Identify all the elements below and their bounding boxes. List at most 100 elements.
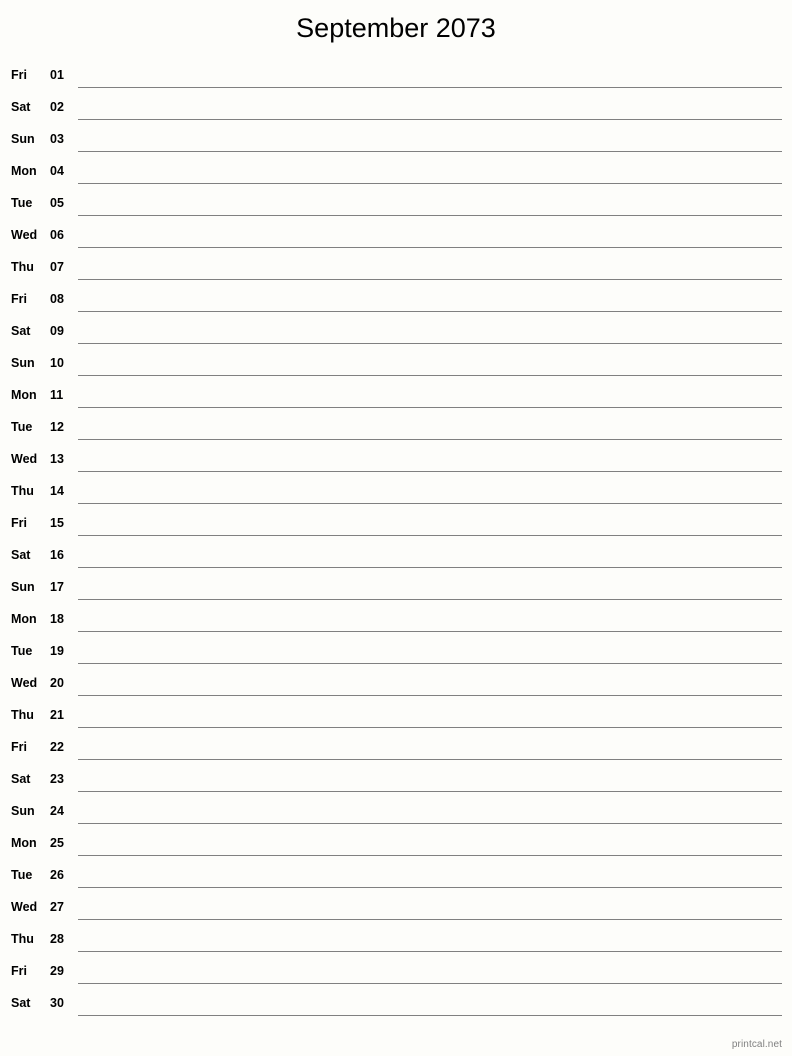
day-writing-line[interactable] <box>78 599 782 600</box>
day-row: Tue 05 <box>0 188 792 220</box>
day-row: Thu 28 <box>0 924 792 956</box>
day-writing-line[interactable] <box>78 407 782 408</box>
day-writing-line[interactable] <box>78 1015 782 1016</box>
day-number-label: 03 <box>50 132 64 146</box>
day-writing-line[interactable] <box>78 183 782 184</box>
day-row: Mon 18 <box>0 604 792 636</box>
day-writing-line[interactable] <box>78 727 782 728</box>
day-number-label: 01 <box>50 68 64 82</box>
day-number-label: 23 <box>50 772 64 786</box>
day-weekday-label: Sun <box>11 580 35 594</box>
day-row: Fri 08 <box>0 284 792 316</box>
day-number-label: 18 <box>50 612 64 626</box>
day-row: Sat 23 <box>0 764 792 796</box>
day-writing-line[interactable] <box>78 439 782 440</box>
day-weekday-label: Fri <box>11 68 27 82</box>
day-number-label: 11 <box>50 388 64 402</box>
day-writing-line[interactable] <box>78 567 782 568</box>
day-number-label: 15 <box>50 516 64 530</box>
day-row: Wed 13 <box>0 444 792 476</box>
day-row: Wed 20 <box>0 668 792 700</box>
day-writing-line[interactable] <box>78 119 782 120</box>
day-row: Sat 30 <box>0 988 792 1020</box>
day-weekday-label: Sat <box>11 324 31 338</box>
day-writing-line[interactable] <box>78 791 782 792</box>
day-writing-line[interactable] <box>78 279 782 280</box>
day-writing-line[interactable] <box>78 951 782 952</box>
day-number-label: 05 <box>50 196 64 210</box>
day-weekday-label: Sat <box>11 548 31 562</box>
day-weekday-label: Fri <box>11 740 27 754</box>
day-weekday-label: Sat <box>11 772 31 786</box>
day-number-label: 12 <box>50 420 64 434</box>
day-row: Fri 01 <box>0 60 792 92</box>
day-writing-line[interactable] <box>78 983 782 984</box>
day-weekday-label: Thu <box>11 260 34 274</box>
calendar-page: September 2073 Fri 01 Sat 02 Sun 03 Mon 04 Tue 05… <box>0 0 792 1056</box>
day-weekday-label: Wed <box>11 676 38 690</box>
day-row: Wed 06 <box>0 220 792 252</box>
day-number-label: 13 <box>50 452 64 466</box>
day-number-label: 26 <box>50 868 64 882</box>
day-number-label: 07 <box>50 260 64 274</box>
day-row: Sun 10 <box>0 348 792 380</box>
day-writing-line[interactable] <box>78 215 782 216</box>
day-writing-line[interactable] <box>78 823 782 824</box>
day-weekday-label: Thu <box>11 932 34 946</box>
day-weekday-label: Mon <box>11 612 37 626</box>
day-writing-line[interactable] <box>78 855 782 856</box>
day-row: Sat 09 <box>0 316 792 348</box>
day-number-label: 30 <box>50 996 64 1010</box>
day-writing-line[interactable] <box>78 87 782 88</box>
day-writing-line[interactable] <box>78 311 782 312</box>
day-row: Sun 24 <box>0 796 792 828</box>
day-row: Mon 25 <box>0 828 792 860</box>
day-number-label: 17 <box>50 580 64 594</box>
day-writing-line[interactable] <box>78 151 782 152</box>
day-row: Sun 03 <box>0 124 792 156</box>
day-number-label: 19 <box>50 644 64 658</box>
day-weekday-label: Sun <box>11 132 35 146</box>
day-number-label: 09 <box>50 324 64 338</box>
day-weekday-label: Mon <box>11 388 37 402</box>
day-writing-line[interactable] <box>78 759 782 760</box>
day-row: Tue 26 <box>0 860 792 892</box>
day-weekday-label: Tue <box>11 644 33 658</box>
day-row: Thu 14 <box>0 476 792 508</box>
day-row: Mon 04 <box>0 156 792 188</box>
day-weekday-label: Wed <box>11 452 38 466</box>
day-writing-line[interactable] <box>78 247 782 248</box>
day-weekday-label: Thu <box>11 708 34 722</box>
day-writing-line[interactable] <box>78 631 782 632</box>
day-writing-line[interactable] <box>78 695 782 696</box>
day-row: Sat 02 <box>0 92 792 124</box>
day-writing-line[interactable] <box>78 343 782 344</box>
day-writing-line[interactable] <box>78 375 782 376</box>
day-row: Wed 27 <box>0 892 792 924</box>
day-number-label: 06 <box>50 228 64 242</box>
day-number-label: 28 <box>50 932 64 946</box>
day-weekday-label: Sun <box>11 356 35 370</box>
day-writing-line[interactable] <box>78 535 782 536</box>
day-row: Fri 22 <box>0 732 792 764</box>
day-weekday-label: Tue <box>11 868 33 882</box>
day-writing-line[interactable] <box>78 503 782 504</box>
footer-credit: printcal.net <box>731 1039 782 1050</box>
day-writing-line[interactable] <box>78 919 782 920</box>
day-number-label: 27 <box>50 900 64 914</box>
day-weekday-label: Sat <box>11 100 31 114</box>
day-writing-line[interactable] <box>78 471 782 472</box>
day-row: Thu 21 <box>0 700 792 732</box>
day-number-label: 22 <box>50 740 64 754</box>
day-weekday-label: Sun <box>11 804 35 818</box>
day-writing-line[interactable] <box>78 887 782 888</box>
day-number-label: 10 <box>50 356 64 370</box>
day-number-label: 25 <box>50 836 64 850</box>
day-row: Thu 07 <box>0 252 792 284</box>
day-writing-line[interactable] <box>78 663 782 664</box>
day-row: Fri 29 <box>0 956 792 988</box>
day-weekday-label: Thu <box>11 484 34 498</box>
day-weekday-label: Tue <box>11 196 33 210</box>
day-weekday-label: Fri <box>11 516 27 530</box>
day-number-label: 16 <box>50 548 64 562</box>
